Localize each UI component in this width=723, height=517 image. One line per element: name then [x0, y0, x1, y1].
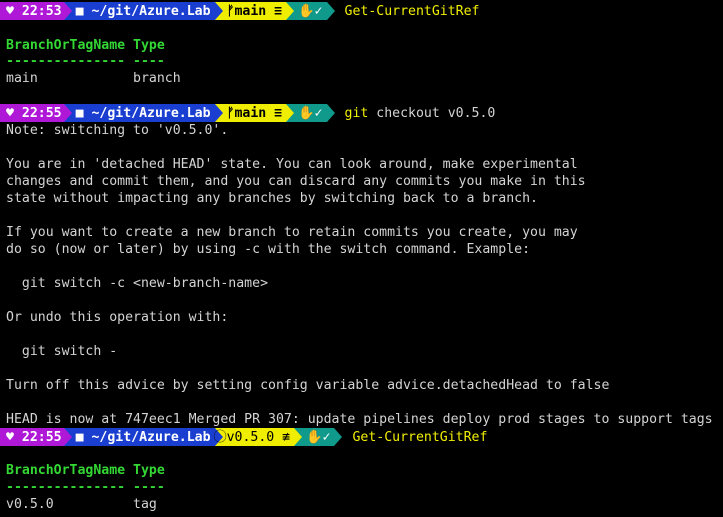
prompt-path: ■ ~/git/Azure.Lab — [71, 428, 215, 446]
command-name: Get-CurrentGitRef — [352, 429, 488, 445]
powershell-icon: ✋✓ — [294, 104, 327, 122]
command-args: checkout v0.5.0 — [368, 105, 496, 121]
prompt-time: ♥ 22:55 — [0, 104, 64, 122]
powershell-icon: ✋✓ — [302, 428, 335, 446]
segment-separator — [214, 428, 223, 446]
segment-separator — [214, 2, 223, 20]
command-input[interactable]: git checkout v0.5.0 — [335, 105, 496, 122]
output-line: git switch - — [6, 344, 118, 359]
prompt-git-branch: ᚠmain ≡ — [222, 104, 287, 122]
segment-separator — [334, 428, 343, 446]
table-row: v0.5.0 tag — [6, 497, 157, 512]
prompt-path: ■ ~/git/Azure.Lab — [71, 2, 215, 20]
command-input[interactable]: Get-CurrentGitRef — [335, 3, 480, 20]
output-line: Or undo this operation with: — [6, 310, 229, 325]
output-line: changes and commit them, and you can dis… — [6, 174, 586, 189]
segment-separator — [294, 428, 303, 446]
output-line: You are in 'detached HEAD' state. You ca… — [6, 157, 578, 172]
segment-separator — [63, 428, 72, 446]
prompt-line: ♥ 22:53 ■ ~/git/Azure.Lab ᚠmain ≡ ✋✓ Get… — [0, 2, 479, 20]
command-input[interactable]: Get-CurrentGitRef — [342, 429, 487, 446]
output-line: Turn off this advice by setting config v… — [6, 378, 610, 393]
prompt-time: ♥ 22:55 — [0, 428, 64, 446]
segment-separator — [63, 2, 72, 20]
output-line: do so (now or later) by using -c with th… — [6, 242, 531, 257]
prompt-git-branch: ᚠmain ≡ — [222, 2, 287, 20]
segment-separator — [214, 104, 223, 122]
segment-separator — [326, 104, 335, 122]
segment-separator — [286, 104, 295, 122]
table-divider: --------------- ---- — [6, 54, 165, 69]
table-header: BranchOrTagName Type — [6, 38, 165, 53]
table-row: main branch — [6, 71, 181, 86]
command-name: git — [344, 105, 369, 121]
prompt-git-tag: ⃝v0.5.0 ≢ — [222, 428, 295, 446]
output-line: state without impacting any branches by … — [6, 191, 538, 206]
prompt-time: ♥ 22:53 — [0, 2, 64, 20]
command-name: Get-CurrentGitRef — [344, 3, 480, 19]
powershell-icon: ✋✓ — [294, 2, 327, 20]
table-divider: --------------- ---- — [6, 480, 165, 495]
table-header: BranchOrTagName Type — [6, 463, 165, 478]
prompt-line: ♥ 22:55 ■ ~/git/Azure.Lab ⃝v0.5.0 ≢ ✋✓ G… — [0, 428, 487, 446]
segment-separator — [63, 104, 72, 122]
output-line: If you want to create a new branch to re… — [6, 225, 578, 240]
output-line: HEAD is now at 747eec1 Merged PR 307: up… — [6, 412, 713, 427]
output-line: Note: switching to 'v0.5.0'. — [6, 123, 229, 138]
segment-separator — [326, 2, 335, 20]
output-line: git switch -c <new-branch-name> — [6, 276, 269, 291]
prompt-path: ■ ~/git/Azure.Lab — [71, 104, 215, 122]
segment-separator — [286, 2, 295, 20]
prompt-line: ♥ 22:55 ■ ~/git/Azure.Lab ᚠmain ≡ ✋✓ git… — [0, 104, 495, 122]
